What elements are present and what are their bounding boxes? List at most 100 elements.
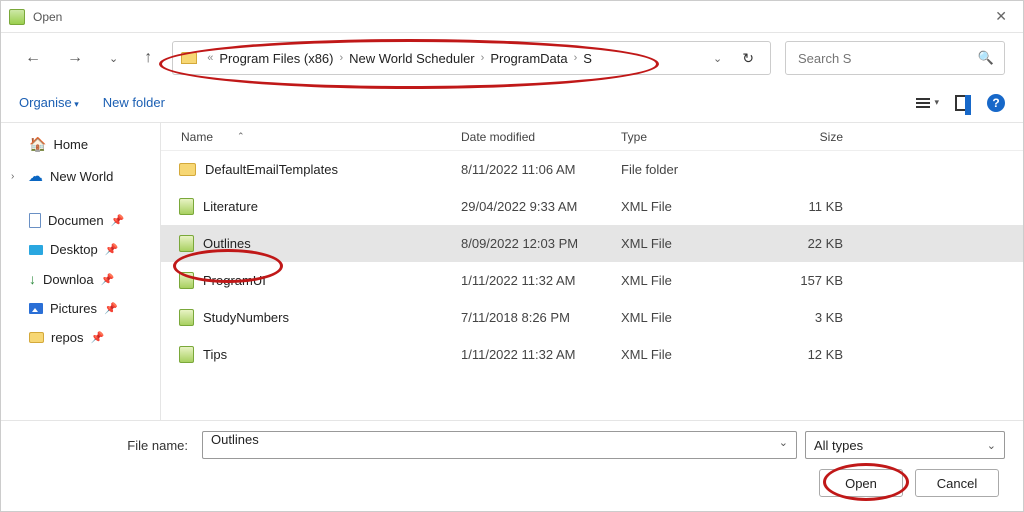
sort-asc-icon: ⌃ [237, 131, 245, 142]
folder-icon [181, 52, 197, 64]
help-button[interactable]: ? [987, 94, 1005, 112]
file-name: Outlines [203, 236, 251, 251]
organise-menu[interactable]: Organise [19, 95, 79, 110]
file-date: 7/11/2018 8:26 PM [461, 310, 621, 325]
preview-pane-button[interactable] [955, 95, 971, 111]
document-icon [29, 213, 41, 228]
file-type: XML File [621, 273, 761, 288]
file-type: File folder [621, 162, 761, 177]
chevron-down-icon: ▾ [934, 97, 939, 108]
address-bar[interactable]: « Program Files (x86) › New World Schedu… [172, 41, 771, 75]
file-date: 1/11/2022 11:32 AM [461, 347, 621, 362]
column-headers: Name⌃ Date modified Type Size [161, 123, 1023, 151]
tree-pictures[interactable]: Pictures📌 [1, 294, 160, 323]
pin-icon: 📌 [111, 214, 125, 227]
new-folder-button[interactable]: New folder [103, 95, 165, 110]
file-name: ProgramUI [203, 273, 266, 288]
up-button[interactable]: ↑ [138, 45, 158, 71]
cancel-button[interactable]: Cancel [915, 469, 999, 497]
xml-file-icon [179, 272, 194, 289]
navigation-tree: Home ›New World Documen📌 Desktop📌 Downlo… [1, 123, 161, 420]
pin-icon: 📌 [91, 331, 105, 344]
address-dropdown[interactable]: ⌄ [707, 52, 728, 65]
file-type-filter[interactable]: All types⌄ [805, 431, 1005, 459]
tree-repos[interactable]: repos📌 [1, 323, 160, 352]
file-type: XML File [621, 199, 761, 214]
tree-home[interactable]: Home [1, 129, 160, 160]
col-size[interactable]: Size [761, 130, 871, 144]
cloud-icon [28, 167, 43, 185]
file-list: Name⌃ Date modified Type Size DefaultEma… [161, 123, 1023, 420]
file-type: XML File [621, 347, 761, 362]
file-row[interactable]: Tips 1/11/2022 11:32 AMXML File12 KB [161, 336, 1023, 373]
folder-icon [29, 332, 44, 343]
app-icon [9, 9, 25, 25]
recent-dropdown[interactable]: ⌄ [103, 48, 124, 69]
home-icon [29, 136, 46, 153]
search-input[interactable] [796, 50, 978, 67]
dialog-footer: File name: Outlines All types⌄ Open Canc… [1, 420, 1023, 511]
back-button[interactable]: ← [19, 45, 47, 71]
breadcrumb-part-3[interactable]: S [583, 51, 592, 66]
pin-icon: 📌 [104, 302, 118, 315]
file-size: 12 KB [761, 347, 871, 362]
forward-button[interactable]: → [61, 45, 89, 71]
file-name: DefaultEmailTemplates [205, 162, 338, 177]
pictures-icon [29, 303, 43, 314]
tree-desktop[interactable]: Desktop📌 [1, 235, 160, 264]
tree-documents[interactable]: Documen📌 [1, 206, 160, 235]
desktop-icon [29, 245, 43, 255]
file-row[interactable]: Literature 29/04/2022 9:33 AMXML File11 K… [161, 188, 1023, 225]
xml-file-icon [179, 309, 194, 326]
file-date: 8/11/2022 11:06 AM [461, 162, 621, 177]
filename-label: File name: [19, 438, 194, 453]
pin-icon: 📌 [105, 243, 119, 256]
xml-file-icon [179, 235, 194, 252]
command-bar: Organise New folder ▾ ? [1, 83, 1023, 123]
file-name: Tips [203, 347, 227, 362]
col-type[interactable]: Type [621, 130, 761, 144]
col-date[interactable]: Date modified [461, 130, 621, 144]
breadcrumb-part-1[interactable]: New World Scheduler [349, 51, 474, 66]
refresh-button[interactable]: ↻ [734, 50, 762, 67]
col-name[interactable]: Name⌃ [161, 130, 461, 144]
file-size: 11 KB [761, 199, 871, 214]
chevron-down-icon: ⌄ [987, 439, 996, 452]
title-bar: Open ✕ [1, 1, 1023, 33]
search-box[interactable]: 🔍 [785, 41, 1005, 75]
close-button[interactable]: ✕ [987, 4, 1015, 29]
open-button[interactable]: Open [819, 469, 903, 497]
dialog-body: Home ›New World Documen📌 Desktop📌 Downlo… [1, 123, 1023, 420]
xml-file-icon [179, 346, 194, 363]
nav-row: ← → ⌄ ↑ « Program Files (x86) › New Worl… [1, 33, 1023, 83]
file-type: XML File [621, 310, 761, 325]
xml-file-icon [179, 198, 194, 215]
tree-downloads[interactable]: Downloa📌 [1, 264, 160, 294]
open-dialog-window: Open ✕ ← → ⌄ ↑ « Program Files (x86) › N… [0, 0, 1024, 512]
file-row[interactable]: DefaultEmailTemplates 8/11/2022 11:06 AMF… [161, 151, 1023, 188]
file-date: 29/04/2022 9:33 AM [461, 199, 621, 214]
search-icon: 🔍 [978, 50, 994, 66]
filename-combobox[interactable]: Outlines [202, 431, 797, 459]
breadcrumb-part-0[interactable]: Program Files (x86) [219, 51, 333, 66]
window-title: Open [33, 10, 62, 24]
breadcrumb-part-2[interactable]: ProgramData [490, 51, 567, 66]
file-row[interactable]: Outlines 8/09/2022 12:03 PMXML File22 KB [161, 225, 1023, 262]
file-name: StudyNumbers [203, 310, 289, 325]
hamburger-icon [916, 98, 930, 108]
file-date: 1/11/2022 11:32 AM [461, 273, 621, 288]
file-date: 8/09/2022 12:03 PM [461, 236, 621, 251]
file-name: Literature [203, 199, 258, 214]
file-row[interactable]: StudyNumbers 7/11/2018 8:26 PMXML File3 K… [161, 299, 1023, 336]
file-size: 22 KB [761, 236, 871, 251]
file-size: 157 KB [761, 273, 871, 288]
expand-icon[interactable]: › [11, 171, 21, 182]
download-icon [29, 271, 36, 287]
view-mode-button[interactable]: ▾ [916, 97, 939, 108]
breadcrumb-prefix: « [207, 52, 213, 64]
file-row[interactable]: ProgramUI 1/11/2022 11:32 AMXML File157 K… [161, 262, 1023, 299]
folder-icon [179, 163, 196, 176]
file-size: 3 KB [761, 310, 871, 325]
file-type: XML File [621, 236, 761, 251]
tree-newworld[interactable]: ›New World [1, 160, 160, 192]
